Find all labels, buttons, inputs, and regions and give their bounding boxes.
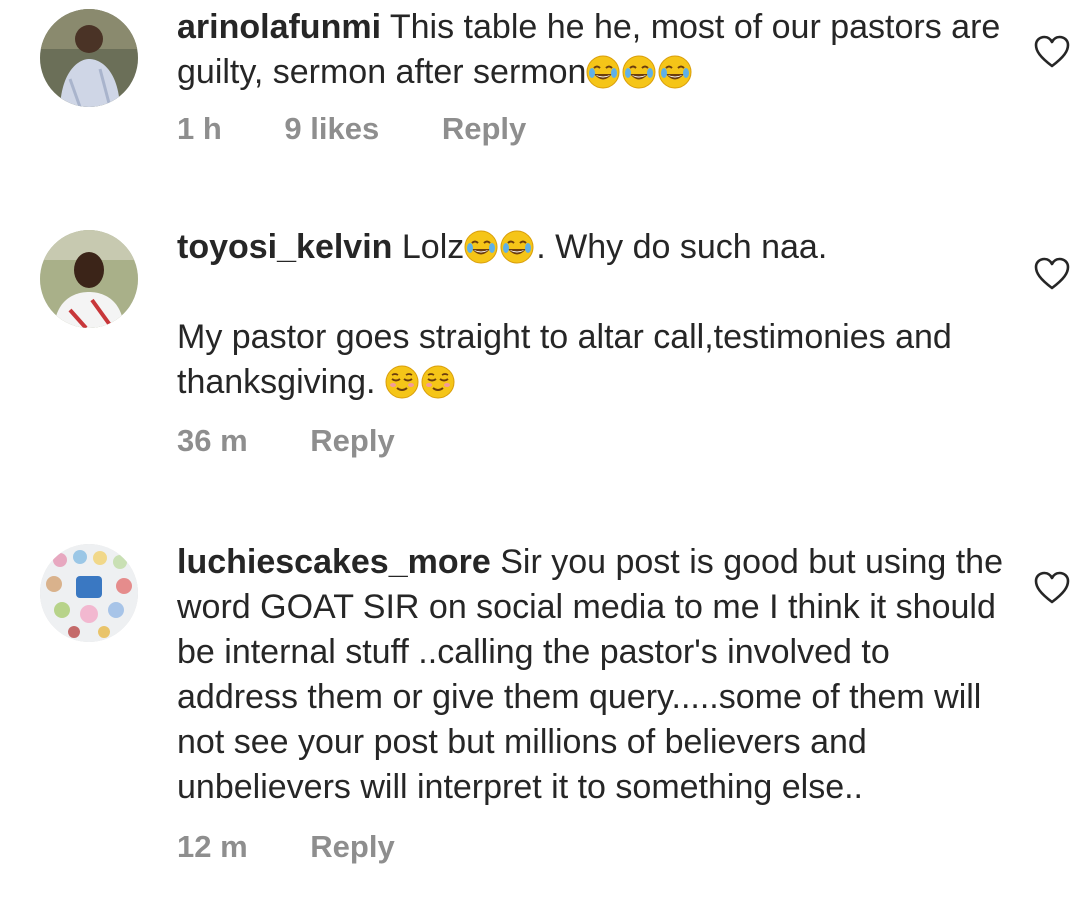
comment-meta: 36 m Reply <box>177 420 1007 462</box>
comment-paragraph: My pastor goes straight to altar call,te… <box>177 315 1007 405</box>
relieved-face-emoji-icon <box>385 365 419 399</box>
laughing-tears-emoji-icon <box>500 230 534 264</box>
comment-paragraph: toyosi_kelvin Lolz . Why do such naa. <box>177 225 1007 270</box>
like-heart-icon[interactable] <box>1034 571 1070 605</box>
comment-username[interactable]: arinolafunmi <box>177 8 381 46</box>
comment-username[interactable]: toyosi_kelvin <box>177 228 392 266</box>
reply-button[interactable]: Reply <box>310 423 394 458</box>
comment-body: My pastor goes straight to altar call,te… <box>177 318 952 401</box>
laughing-tears-emoji-icon <box>586 55 620 89</box>
comment-meta: 1 h 9 likes Reply <box>177 108 1007 150</box>
reply-button[interactable]: Reply <box>442 111 526 146</box>
avatar[interactable] <box>40 230 138 328</box>
comment-body: . Why do such naa. <box>536 228 828 266</box>
relieved-face-emoji-icon <box>421 365 455 399</box>
comment-meta: 12 m Reply <box>177 826 1007 868</box>
avatar[interactable] <box>40 9 138 107</box>
like-heart-icon[interactable] <box>1034 35 1070 69</box>
comment-username[interactable]: luchiescakes_more <box>177 543 491 581</box>
comment-body: Lolz <box>401 228 465 266</box>
avatar[interactable] <box>40 544 138 642</box>
laughing-tears-emoji-icon <box>658 55 692 89</box>
comment-body: Sir you post is good but using the word … <box>177 543 1003 806</box>
comment-timestamp: 1 h <box>177 111 222 146</box>
comment-timestamp: 36 m <box>177 423 248 458</box>
comment-text: luchiescakes_more Sir you post is good b… <box>177 540 1007 810</box>
comment-item: toyosi_kelvin Lolz . Why do such naa. My … <box>0 220 1080 480</box>
comment-text: arinolafunmi This table he he, most of o… <box>177 5 1007 95</box>
laughing-tears-emoji-icon <box>622 55 656 89</box>
comment-likes[interactable]: 9 likes <box>284 111 379 146</box>
laughing-tears-emoji-icon <box>464 230 498 264</box>
comment-text: toyosi_kelvin Lolz . Why do such naa. My … <box>177 225 1007 405</box>
comment-item: arinolafunmi This table he he, most of o… <box>0 0 1080 170</box>
comment-timestamp: 12 m <box>177 829 248 864</box>
reply-button[interactable]: Reply <box>310 829 394 864</box>
comment-item: luchiescakes_more Sir you post is good b… <box>0 535 1080 908</box>
like-heart-icon[interactable] <box>1034 257 1070 291</box>
